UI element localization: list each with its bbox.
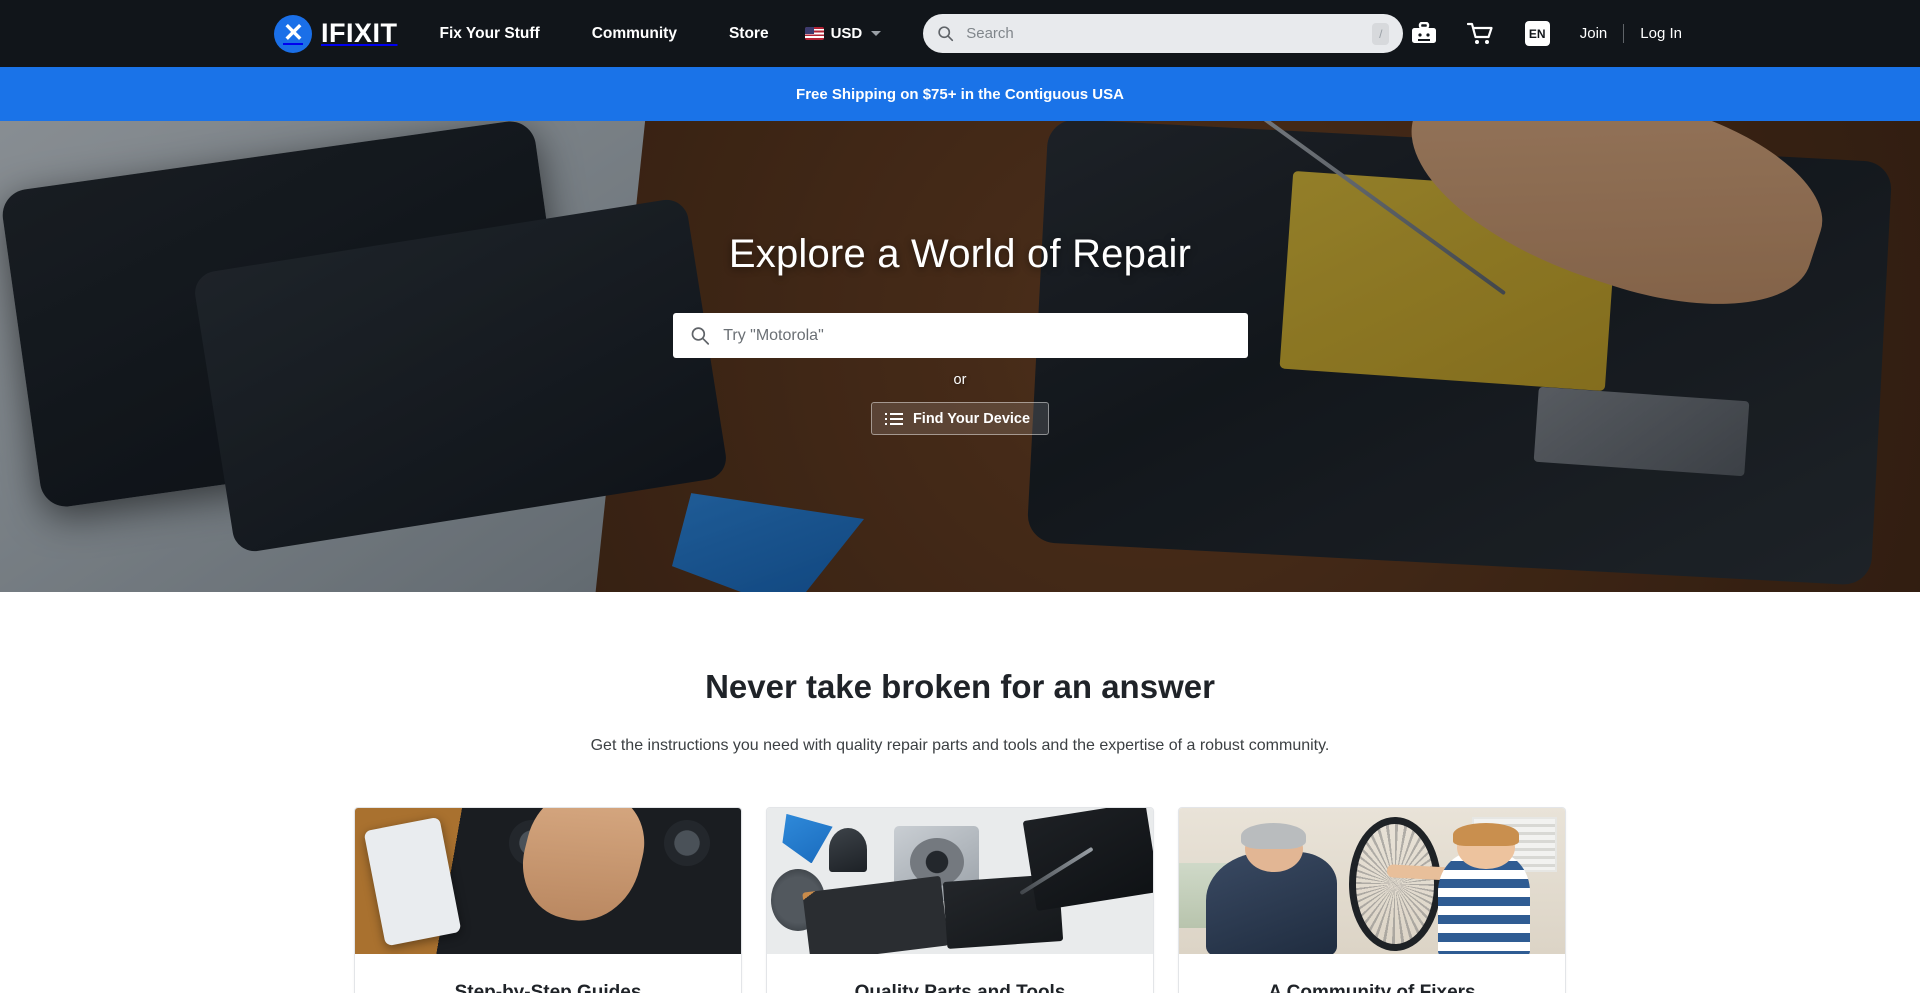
login-link[interactable]: Log In xyxy=(1640,25,1682,42)
ifixit-logo[interactable]: ✕ IFIXIT xyxy=(274,14,398,53)
hero-section: Explore a World of Repair or Find Your D… xyxy=(0,121,1920,592)
nav-item-community[interactable]: Community xyxy=(592,25,677,43)
laptop-repair-photo xyxy=(355,808,741,954)
auth-divider xyxy=(1623,24,1625,43)
bike-repair-photo xyxy=(1179,808,1565,954)
hero-or-label: or xyxy=(953,372,967,388)
header-search[interactable]: / xyxy=(923,14,1404,53)
nav-item-store[interactable]: Store xyxy=(729,25,769,43)
shipping-banner[interactable]: Free Shipping on $75+ in the Contiguous … xyxy=(0,67,1920,121)
hero-search[interactable] xyxy=(672,313,1248,358)
toolbox-icon[interactable] xyxy=(1411,21,1437,46)
search-input[interactable] xyxy=(966,25,1390,42)
feature-card-guides[interactable]: Step-by-Step Guides xyxy=(354,807,742,993)
chevron-down-icon xyxy=(871,31,882,36)
header-actions: EN Join Log In xyxy=(1411,21,1682,46)
search-icon xyxy=(691,327,709,345)
hero-title: Explore a World of Repair xyxy=(728,232,1192,276)
main-subheading: Get the instructions you need with quali… xyxy=(590,737,1330,754)
feature-cards: Step-by-Step Guides Quality Parts and To… xyxy=(0,807,1920,993)
nav-item-fix-your-stuff[interactable]: Fix Your Stuff xyxy=(440,25,540,43)
auth-links: Join Log In xyxy=(1580,24,1682,43)
find-your-device-button[interactable]: Find Your Device xyxy=(870,402,1050,435)
currency-label: USD xyxy=(830,25,863,42)
primary-nav: Fix Your Stuff Community Store USD xyxy=(440,25,882,43)
feature-card-community[interactable]: A Community of Fixers xyxy=(1178,807,1566,993)
x-logo-icon: ✕ xyxy=(274,14,312,53)
feature-card-parts[interactable]: Quality Parts and Tools xyxy=(766,807,1154,993)
list-icon xyxy=(884,412,903,425)
search-shortcut-badge: / xyxy=(1372,22,1390,45)
us-flag-icon xyxy=(804,27,824,40)
hero-search-input[interactable] xyxy=(723,326,1231,345)
shipping-banner-text: Free Shipping on $75+ in the Contiguous … xyxy=(796,85,1124,103)
feature-card-title: Quality Parts and Tools xyxy=(854,982,1066,993)
search-icon xyxy=(938,26,954,42)
cart-icon[interactable] xyxy=(1466,22,1495,46)
feature-card-title: A Community of Fixers xyxy=(1268,982,1476,993)
find-your-device-label: Find Your Device xyxy=(912,410,1031,427)
language-badge[interactable]: EN xyxy=(1524,21,1550,46)
main-heading: Never take broken for an answer xyxy=(705,668,1215,705)
parts-and-tools-photo xyxy=(767,808,1153,954)
join-link[interactable]: Join xyxy=(1580,25,1608,42)
site-header: ✕ IFIXIT Fix Your Stuff Community Store … xyxy=(0,0,1920,67)
currency-selector[interactable]: USD xyxy=(804,25,882,42)
feature-card-title: Step-by-Step Guides xyxy=(454,982,642,993)
main-content: Never take broken for an answer Get the … xyxy=(0,668,1920,993)
logo-wordmark: IFIXIT xyxy=(321,18,398,48)
